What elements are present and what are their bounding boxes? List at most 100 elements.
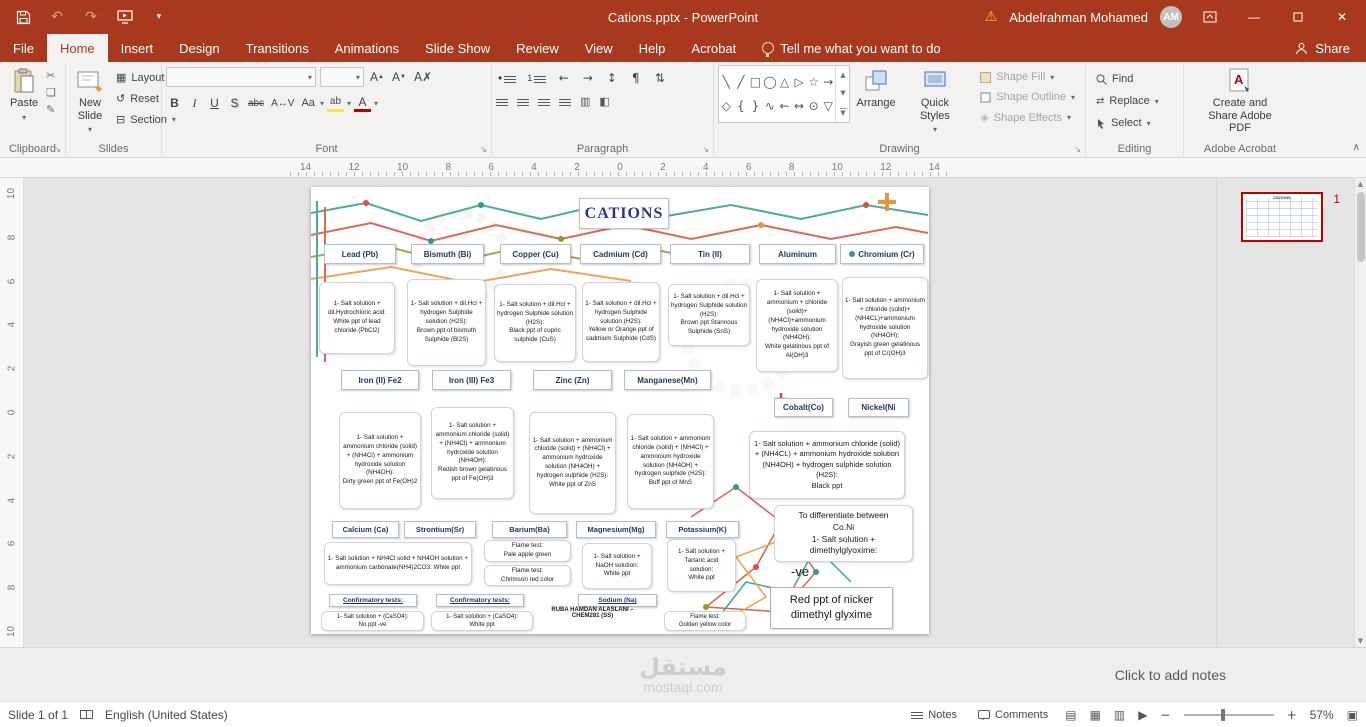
notes-toggle-button[interactable]: Notes xyxy=(907,707,961,723)
body-cadmium[interactable]: 1- Salt solution + dil.Hcl + hydrogen Su… xyxy=(582,282,660,362)
tab-view[interactable]: View xyxy=(572,34,626,62)
close-button[interactable]: ✕ xyxy=(1326,0,1358,34)
body-zinc[interactable]: 1- Salt solution + ammonium chloride (so… xyxy=(529,412,616,514)
language-indicator[interactable]: English (United States) xyxy=(105,708,228,722)
shape-fill-button[interactable]: Shape Fill ▾ xyxy=(976,69,1079,85)
proofing-icon[interactable] xyxy=(80,710,94,719)
text-negative[interactable]: -ve xyxy=(791,564,809,579)
body-flame-strontium[interactable]: Flame test: Chrimson red color xyxy=(484,565,571,586)
scroll-up-icon[interactable]: ▲ xyxy=(1358,180,1363,188)
body-iron2[interactable]: 1- Salt solution + ammonium chloride (so… xyxy=(339,412,421,509)
horizontal-ruler[interactable]: 14 12 10 8 6 4 2 0 2 4 6 8 10 12 14 xyxy=(0,158,1366,178)
scrollbar-thumb[interactable] xyxy=(1356,192,1365,262)
clipboard-dialog-launcher-icon[interactable]: ↘ xyxy=(54,145,61,154)
body-potassium[interactable]: 1- Salt solution + Tartaric acid solutio… xyxy=(667,539,736,592)
slide[interactable]: CATIONS Lead (Pb) Bismuth (Bi) Copper (C… xyxy=(311,187,929,634)
slide-title[interactable]: CATIONS xyxy=(579,198,669,229)
reading-view-icon[interactable]: ▥ xyxy=(1114,708,1125,722)
header-iron2[interactable]: Iron (II) Fe2 xyxy=(341,370,419,390)
body-iron3[interactable]: 1- Salt solution + ammonium chloride (so… xyxy=(431,407,514,499)
box-red-ppt-nickel[interactable]: Red ppt of nicker dimethyl glyxime xyxy=(770,587,893,629)
notes-placeholder[interactable]: Click to add notes xyxy=(1115,667,1226,683)
text-shadow-button[interactable]: S xyxy=(226,94,243,112)
align-text-icon[interactable]: ⇅ xyxy=(651,69,668,87)
tab-home[interactable]: Home xyxy=(46,34,108,62)
body-manganese[interactable]: 1- Salt solution + ammonium chloride (so… xyxy=(627,414,714,509)
bold-button[interactable]: B xyxy=(166,94,183,112)
tab-help[interactable]: Help xyxy=(626,34,679,62)
header-sodium[interactable]: Sodium (Na) xyxy=(578,594,657,607)
body-sodium[interactable]: Flame test: Golden yellow color xyxy=(664,611,746,631)
tab-slide-show[interactable]: Slide Show xyxy=(412,34,503,62)
align-right-icon[interactable] xyxy=(538,97,550,106)
body-cobalt-nickel[interactable]: 1- Salt solution + ammonium chloride (so… xyxy=(749,431,905,499)
header-zinc[interactable]: Zinc (Zn) xyxy=(533,370,612,390)
body-flame-barium[interactable]: Flame test: Pale apple green xyxy=(484,540,571,562)
justify-icon[interactable] xyxy=(559,97,571,106)
start-slideshow-icon[interactable] xyxy=(116,8,134,26)
increase-font-size-icon[interactable]: A ▲ xyxy=(368,68,386,86)
tab-transitions[interactable]: Transitions xyxy=(233,34,322,62)
body-confirmatory-2[interactable]: 1- Salt solution + (CaSO4): White ppt xyxy=(431,611,533,631)
vertical-scrollbar[interactable]: ▲ ▼ xyxy=(1354,178,1366,647)
header-chromium[interactable]: Chromium (Cr) xyxy=(840,244,924,264)
drawing-dialog-launcher-icon[interactable]: ↘ xyxy=(1074,145,1081,154)
header-nickel[interactable]: Nickel(Ni xyxy=(848,398,909,417)
maximize-button[interactable] xyxy=(1282,0,1314,34)
save-icon[interactable] xyxy=(14,8,32,26)
shape-outline-button[interactable]: Shape Outline ▾ xyxy=(976,89,1079,105)
signed-in-user[interactable]: Abdelrahman Mohamed xyxy=(1009,10,1148,25)
strikethrough-button[interactable]: abc xyxy=(246,94,266,112)
header-strontium[interactable]: Strontium(Sr) xyxy=(404,521,476,538)
columns-icon[interactable]: ▥ xyxy=(580,95,590,108)
numbering-icon[interactable]: 1 xyxy=(525,69,548,87)
shapes-scroll-down-icon[interactable]: ▼ xyxy=(840,89,845,97)
zoom-slider[interactable] xyxy=(1183,708,1274,721)
notes-pane[interactable]: مستقل mostaql.com Click to add notes xyxy=(0,647,1366,701)
header-manganese[interactable]: Manganese(Mn) xyxy=(624,370,711,390)
normal-view-icon[interactable]: ▤ xyxy=(1065,708,1076,722)
minimize-button[interactable]: — xyxy=(1238,0,1270,34)
header-copper[interactable]: Copper (Cu) xyxy=(500,244,571,264)
body-chromium[interactable]: 1- Salt solution + ammonium + chloride (… xyxy=(842,277,928,379)
box-differentiate-co-ni[interactable]: To differentiate between Co.Ni 1- Salt s… xyxy=(774,505,913,562)
user-avatar[interactable]: AM xyxy=(1160,6,1182,28)
body-aluminum[interactable]: 1- Salt solution + ammonium + chloride (… xyxy=(756,279,838,372)
character-spacing-button[interactable]: A↔V xyxy=(269,94,296,112)
tab-file[interactable]: File xyxy=(0,34,47,62)
shape-effects-button[interactable]: ◈ Shape Effects ▾ xyxy=(976,109,1079,126)
header-bismuth[interactable]: Bismuth (Bi) xyxy=(411,244,484,264)
font-dialog-launcher-icon[interactable]: ↘ xyxy=(480,145,487,154)
tab-acrobat[interactable]: Acrobat xyxy=(678,34,749,62)
header-tin[interactable]: Tin (II) xyxy=(670,244,750,264)
format-painter-icon[interactable]: ✎ xyxy=(46,103,56,116)
italic-button[interactable]: I xyxy=(186,94,203,112)
new-slide-button[interactable]: New Slide ▾ xyxy=(70,65,110,141)
header-calcium[interactable]: Calcium (Ca) xyxy=(332,521,399,538)
body-bismuth[interactable]: 1- Salt solution + dil.Hcl + hydrogen Su… xyxy=(407,279,486,366)
zoom-percentage[interactable]: 57% xyxy=(1310,708,1334,722)
slide-thumbnail-1[interactable]: CATIONS xyxy=(1241,192,1323,242)
credit-text[interactable]: RUBA HAMDAN ALASLANI – CHEM281 (SS) xyxy=(541,607,644,619)
decrease-font-size-icon[interactable]: A ▼ xyxy=(390,68,408,86)
vertical-ruler[interactable]: 10 8 6 4 2 0 2 4 6 8 10 xyxy=(0,178,24,647)
font-size-combo[interactable]: ▾ xyxy=(320,67,364,87)
tab-insert[interactable]: Insert xyxy=(108,34,167,62)
header-lead[interactable]: Lead (Pb) xyxy=(324,244,396,264)
shapes-gallery[interactable]: ╲ ╱ □ ◯ △ ▷ ☆ → ◇{} ∿ ← ↔ ⊙ ▽ ▲ ▼ ▼ xyxy=(718,65,851,123)
body-magnesium[interactable]: 1- Salt solution + NaOH solution: White … xyxy=(582,543,652,589)
paste-button[interactable]: Paste ▾ xyxy=(4,65,44,141)
header-cadmium[interactable]: Cadmium (Cd) xyxy=(580,244,661,264)
alert-icon[interactable]: ⚠ xyxy=(985,9,998,25)
font-color-button[interactable]: A xyxy=(353,94,371,112)
body-copper[interactable]: 1- Salt solution + dil.Hcl + hydrogen Su… xyxy=(494,284,576,362)
slide-counter[interactable]: Slide 1 of 1 xyxy=(8,708,68,722)
slide-canvas[interactable]: CATIONS Lead (Pb) Bismuth (Bi) Copper (C… xyxy=(24,178,1216,647)
clear-formatting-icon[interactable]: A✗ xyxy=(412,68,434,86)
underline-button[interactable]: U xyxy=(206,94,223,112)
zoom-in-icon[interactable]: + xyxy=(1287,708,1297,722)
align-center-icon[interactable] xyxy=(517,97,529,106)
replace-button[interactable]: ⇄ Replace ▾ xyxy=(1092,93,1163,109)
slideshow-view-icon[interactable]: ▶ xyxy=(1138,708,1147,722)
zoom-out-icon[interactable]: − xyxy=(1161,708,1171,722)
